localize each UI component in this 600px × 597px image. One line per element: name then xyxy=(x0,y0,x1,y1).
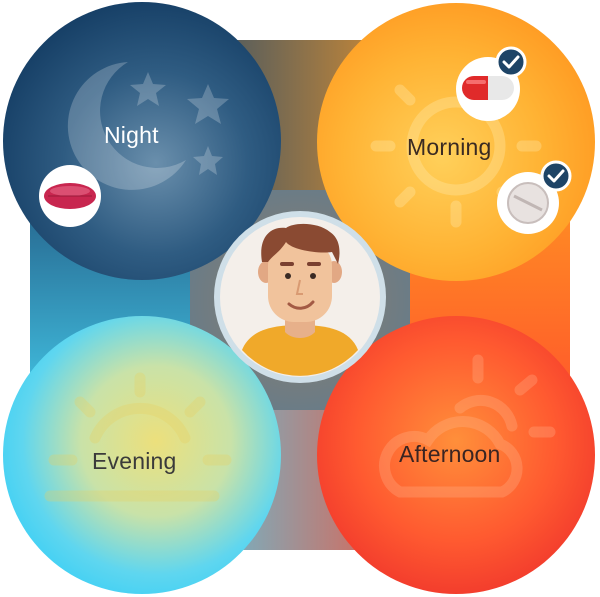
night-label: Night xyxy=(104,122,159,148)
night-pill[interactable] xyxy=(39,165,101,227)
morning-label: Morning xyxy=(407,134,492,160)
morning-tablet-check-icon xyxy=(540,160,572,192)
afternoon-label: Afternoon xyxy=(399,441,501,467)
morning-capsule-check-icon xyxy=(495,46,527,78)
avatar[interactable] xyxy=(214,211,386,383)
daily-pill-schedule xyxy=(3,2,595,594)
evening-label: Evening xyxy=(92,448,177,474)
